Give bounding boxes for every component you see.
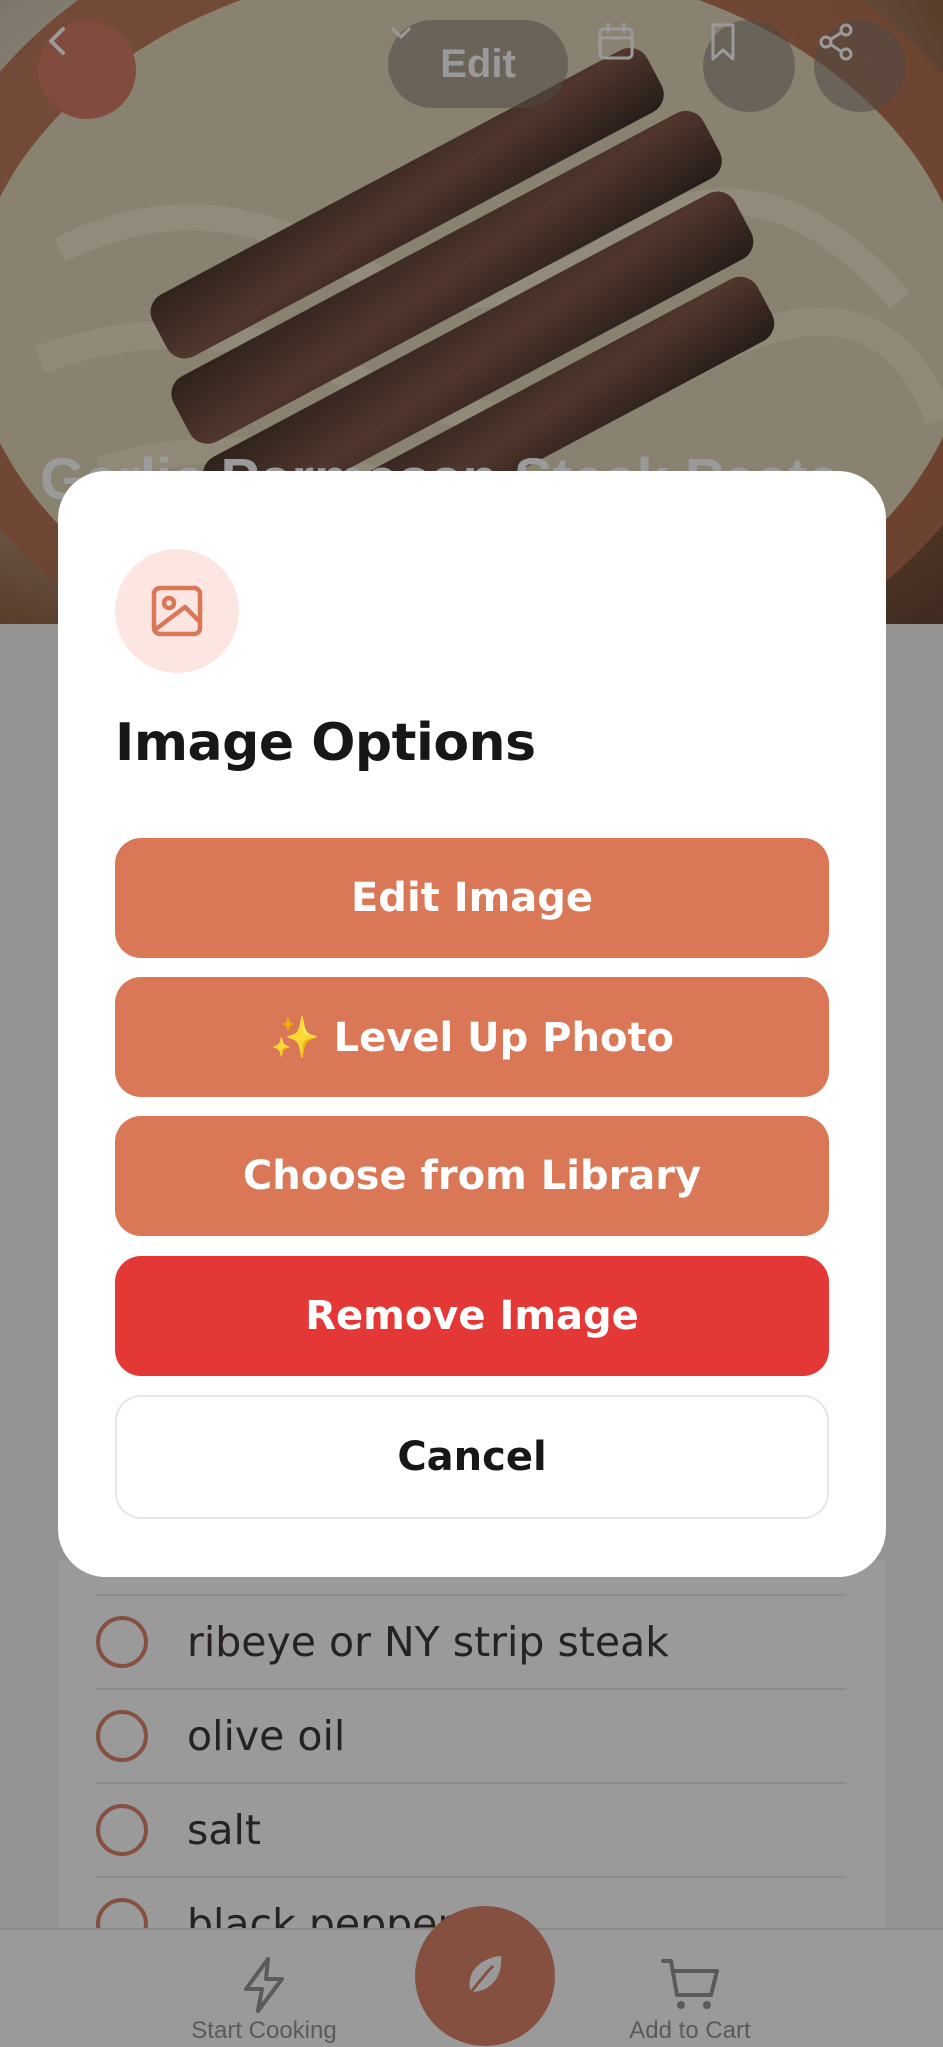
image-icon-badge (115, 549, 239, 673)
image-icon (151, 585, 203, 637)
cancel-button[interactable]: Cancel (115, 1395, 829, 1519)
remove-image-button[interactable]: Remove Image (115, 1256, 829, 1376)
level-up-photo-button[interactable]: ✨ Level Up Photo (115, 977, 829, 1097)
edit-image-button[interactable]: Edit Image (115, 838, 829, 958)
dialog-title: Image Options (115, 713, 536, 773)
image-options-dialog: Image Options Edit Image ✨ Level Up Phot… (58, 471, 886, 1577)
choose-from-library-button[interactable]: Choose from Library (115, 1116, 829, 1236)
